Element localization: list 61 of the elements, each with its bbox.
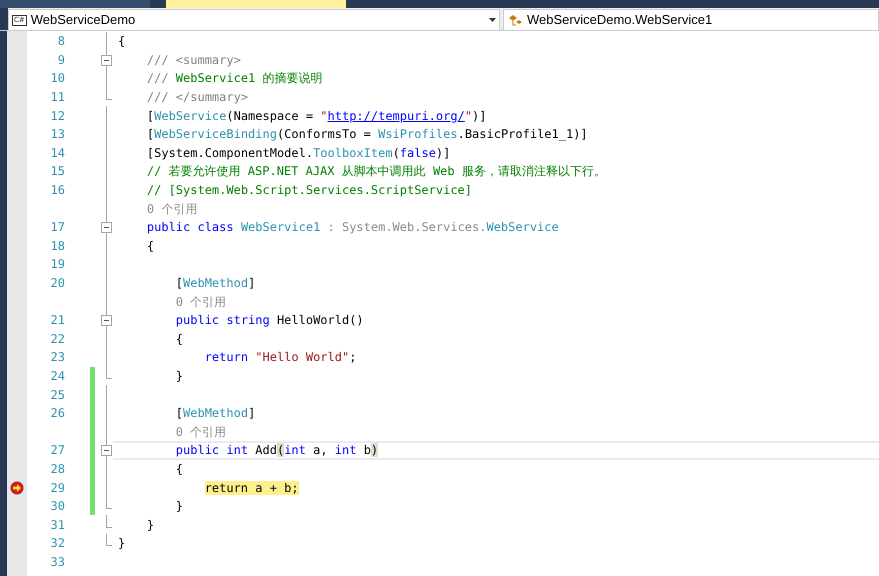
line-number: 17: [50, 219, 65, 236]
line-number: 10: [50, 70, 65, 88]
caret-icon: [489, 18, 496, 22]
line-number: 24: [50, 368, 65, 385]
code-line: return "Hello World";: [204, 349, 356, 366]
reference-count[interactable]: 0 个引用: [118, 292, 226, 311]
code-line: /// </summary>: [146, 89, 248, 106]
line-number: 28: [50, 460, 65, 478]
line-number: 26: [50, 405, 65, 422]
code-line: [System.ComponentModel.ToolboxItem(false)]: [146, 144, 450, 162]
code-line: // 若要允许使用 ASP.NET AJAX 从脚本中调用此 Web 服务，请取消注释以下行。: [146, 163, 606, 180]
line-number: 27: [50, 442, 65, 460]
code-line: {: [118, 33, 126, 50]
line-number: 20: [50, 275, 65, 292]
member-name: WebServiceDemo.WebService1: [527, 11, 712, 30]
line-number: 32: [50, 535, 65, 552]
line-number: 9: [58, 52, 65, 69]
line-number: 31: [50, 516, 65, 534]
member-dropdown[interactable]: WebServiceDemo.WebService1: [503, 9, 879, 31]
line-number: 33: [50, 554, 65, 571]
line-number: 12: [50, 108, 65, 125]
collapse-icon[interactable]: [101, 445, 112, 456]
line-number: 15: [50, 163, 65, 180]
code-line: {: [174, 330, 184, 348]
project-name: WebServiceDemo: [30, 11, 136, 30]
code-line: /// <summary>: [146, 52, 241, 69]
line-number: 11: [50, 89, 65, 106]
code-line: /// WebService1 的摘要说明: [146, 70, 322, 88]
code-line: }: [174, 368, 184, 385]
code-line: public class WebService1 : System.Web.Services.WebService: [146, 219, 559, 236]
line-number: 16: [50, 182, 65, 200]
code-line: }: [146, 516, 154, 534]
line-number: 25: [50, 386, 65, 404]
code-line: public string HelloWorld(): [174, 312, 364, 330]
code-line: [WebServiceBinding(ConformsTo = WsiProfiles.BasicProfile1_1)]: [146, 126, 588, 144]
line-number: 30: [50, 498, 65, 516]
collapse-icon[interactable]: [101, 314, 112, 326]
line-number: 13: [50, 126, 65, 144]
code-line: {: [174, 460, 184, 478]
line-number: 8: [58, 33, 65, 50]
code-line: public int Add(int a, int b): [174, 442, 378, 460]
line-number: 23: [50, 349, 65, 366]
collapse-icon[interactable]: [101, 54, 112, 66]
line-number: 19: [50, 256, 65, 274]
line-number: 22: [50, 330, 65, 348]
reference-count[interactable]: 0 个引用: [118, 200, 198, 218]
code-line: // [System.Web.Script.Services.ScriptService]: [146, 182, 472, 200]
line-number: 29: [50, 480, 65, 497]
line-number: 18: [50, 238, 65, 255]
code-line: }: [174, 498, 184, 516]
class-icon: [508, 14, 523, 26]
breakpoint-arrow-icon[interactable]: [10, 480, 24, 495]
line-number: 21: [50, 312, 65, 330]
code-line: [WebMethod]: [174, 275, 256, 292]
code-line: {: [146, 238, 154, 255]
reference-count[interactable]: 0 个引用: [118, 422, 226, 441]
code-line: [WebMethod]: [174, 405, 256, 422]
code-line: }: [118, 535, 126, 552]
code-line: [WebService(Namespace = "http://tempuri.org/")]: [146, 108, 486, 125]
line-number: 14: [50, 144, 65, 162]
collapse-icon[interactable]: [101, 222, 112, 233]
